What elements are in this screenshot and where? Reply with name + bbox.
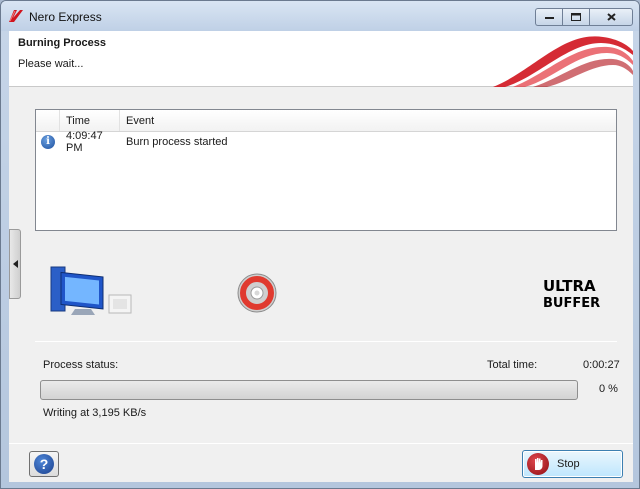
log-row-event: Burn process started: [126, 135, 228, 148]
icon-column-header[interactable]: [36, 110, 60, 131]
total-time-label: Total time:: [487, 359, 538, 371]
wizard-header: Burning Process Please wait...: [9, 31, 633, 87]
time-column-header[interactable]: Time: [60, 110, 120, 131]
nero-express-window: Nero Express Burning Process Please wait…: [0, 0, 640, 489]
writing-speed-label: Writing at 3,195 KB/s: [43, 407, 147, 419]
maximize-button[interactable]: [562, 8, 589, 26]
log-header: Time Event: [36, 110, 616, 132]
svg-text:ULTRA: ULTRA: [543, 277, 596, 295]
event-log-list[interactable]: Time Event i 4:09:47 PM Burn process sta…: [35, 109, 617, 231]
maximize-icon: [571, 13, 581, 21]
info-icon: i: [41, 134, 55, 149]
stop-hand-icon: [527, 453, 549, 475]
progress-bar: [40, 380, 578, 400]
help-button[interactable]: ?: [29, 451, 59, 477]
log-row-time: 4:09:47 PM: [66, 129, 103, 154]
process-status-label: Process status:: [43, 359, 119, 371]
chevron-left-icon: [12, 260, 18, 268]
minimize-button[interactable]: [535, 8, 562, 26]
nero-app-icon: [9, 10, 23, 22]
window-title: Nero Express: [29, 10, 102, 24]
stop-button[interactable]: Stop: [522, 450, 623, 478]
content-area: Time Event i 4:09:47 PM Burn process sta…: [9, 87, 633, 482]
progress-percent-label: 0 %: [599, 383, 618, 395]
ultrabuffer-logo: ULTRA BUFFER: [543, 277, 600, 311]
title-bar[interactable]: Nero Express: [1, 1, 639, 31]
event-column-header[interactable]: Event: [120, 110, 616, 131]
log-row-icon-cell: i: [36, 134, 60, 149]
minimize-icon: [544, 17, 554, 19]
stop-button-label: Stop: [557, 458, 580, 470]
help-icon: ?: [34, 454, 54, 474]
footer-divider: [9, 443, 633, 444]
close-icon: [606, 13, 616, 21]
expand-panel-handle[interactable]: [9, 229, 21, 299]
divider: [35, 341, 617, 342]
svg-text:BUFFER: BUFFER: [543, 296, 600, 311]
computer-icon: [50, 266, 132, 315]
window-controls: [535, 8, 633, 26]
disc-icon: [237, 273, 277, 313]
total-time-value: 0:00:27: [583, 359, 620, 371]
close-button[interactable]: [589, 8, 633, 26]
nero-swoosh-graphic: [493, 36, 633, 87]
page-subtitle: Please wait...: [18, 58, 84, 70]
page-title: Burning Process: [18, 37, 107, 49]
log-row[interactable]: i 4:09:47 PM Burn process started: [36, 129, 616, 154]
